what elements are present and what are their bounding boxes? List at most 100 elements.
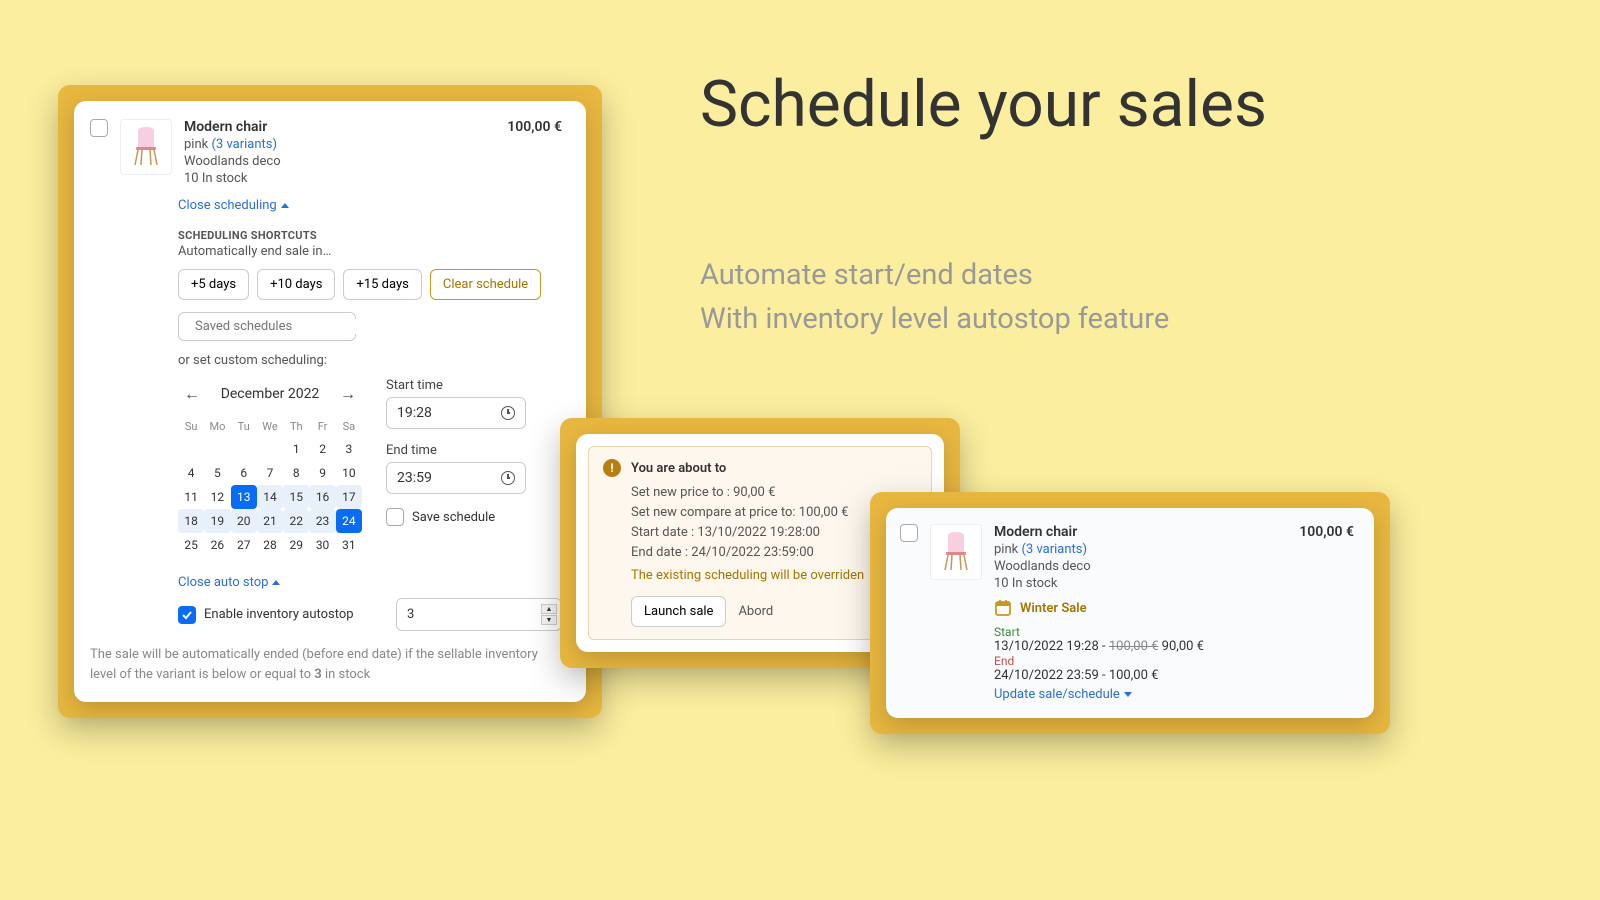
calendar: ← December 2022 → SuMoTuWeThFrSa12345678… — [178, 378, 362, 557]
hero-subtitle-2: With inventory level autostop feature — [700, 302, 1169, 336]
calendar-day[interactable]: 10 — [336, 461, 362, 485]
calendar-day[interactable]: 11 — [178, 485, 204, 509]
close-autostop-link[interactable]: Close auto stop — [178, 575, 280, 590]
calendar-dow: We — [257, 416, 283, 437]
product-select-checkbox[interactable] — [90, 119, 108, 137]
close-scheduling-link[interactable]: Close scheduling — [178, 198, 289, 213]
schedule-start-label: Start — [994, 625, 1287, 639]
product-thumbnail — [930, 524, 982, 580]
product-price: 100,00 € — [1299, 524, 1354, 540]
save-schedule-checkbox[interactable] — [386, 508, 404, 526]
caret-up-icon — [281, 203, 289, 208]
stepper-down-button[interactable]: ▼ — [541, 615, 557, 625]
calendar-dow: Tu — [231, 416, 257, 437]
variants-link[interactable]: (3 variants) — [211, 137, 277, 152]
calendar-day[interactable]: 28 — [257, 533, 283, 557]
scheduling-shortcuts-sub: Automatically end sale in… — [178, 244, 562, 259]
calendar-day[interactable]: 27 — [231, 533, 257, 557]
calendar-day[interactable]: 12 — [204, 485, 230, 509]
calendar-day[interactable]: 17 — [336, 485, 362, 509]
autostop-note: The sale will be automatically ended (be… — [90, 645, 562, 684]
product-price: 100,00 € — [507, 119, 562, 135]
custom-scheduling-label: or set custom scheduling: — [178, 353, 562, 368]
calendar-prev-button[interactable]: ← — [178, 382, 206, 406]
chair-icon — [940, 532, 972, 572]
calendar-day[interactable]: 23 — [309, 509, 335, 533]
calendar-dow: Th — [283, 416, 309, 437]
chair-icon — [130, 127, 162, 167]
calendar-day[interactable]: 30 — [309, 533, 335, 557]
enable-autostop-checkbox[interactable] — [178, 606, 196, 624]
launch-sale-button[interactable]: Launch sale — [631, 596, 726, 627]
scheduling-shortcuts-label: SCHEDULING SHORTCUTS — [178, 229, 562, 242]
calendar-day[interactable]: 15 — [283, 485, 309, 509]
calendar-day[interactable]: 7 — [257, 461, 283, 485]
schedule-start-value: 13/10/2022 19:28 - 100,00 € 90,00 € — [994, 639, 1287, 654]
calendar-icon — [994, 599, 1012, 617]
autostop-threshold-input[interactable]: 3 ▲ ▼ — [396, 598, 562, 631]
calendar-day[interactable]: 14 — [257, 485, 283, 509]
calendar-day[interactable]: 9 — [309, 461, 335, 485]
schedule-end-value: 24/10/2022 23:59 - 100,00 € — [994, 668, 1287, 683]
calendar-dow: Fr — [309, 416, 335, 437]
scheduling-panel-frame: Modern chair pink (3 variants) Woodlands… — [58, 85, 602, 718]
add-15-days-button[interactable]: +15 days — [343, 269, 421, 300]
quantity-stepper: ▲ ▼ — [541, 604, 557, 625]
calendar-day[interactable]: 4 — [178, 461, 204, 485]
product-variant-line: pink (3 variants) — [184, 137, 495, 152]
calendar-day[interactable]: 18 — [178, 509, 204, 533]
calendar-day[interactable]: 1 — [283, 437, 309, 461]
clock-icon — [501, 406, 515, 420]
calendar-day[interactable]: 22 — [283, 509, 309, 533]
caret-up-icon — [272, 580, 280, 585]
calendar-month-label: December 2022 — [221, 386, 320, 402]
calendar-day[interactable]: 16 — [309, 485, 335, 509]
clear-schedule-button[interactable]: Clear schedule — [430, 269, 541, 300]
calendar-day[interactable]: 29 — [283, 533, 309, 557]
calendar-day[interactable]: 13 — [231, 485, 257, 509]
hero-subtitle-1: Automate start/end dates — [700, 258, 1033, 292]
start-time-input[interactable]: 19:28 — [386, 397, 526, 429]
product-stock: 10 In stock — [184, 171, 495, 186]
saved-schedules-search[interactable] — [178, 312, 356, 341]
calendar-day[interactable]: 5 — [204, 461, 230, 485]
product-stock: 10 In stock — [994, 576, 1287, 591]
stepper-up-button[interactable]: ▲ — [541, 604, 557, 614]
checkmark-icon — [181, 609, 193, 621]
variants-link[interactable]: (3 variants) — [1021, 542, 1087, 557]
calendar-day[interactable]: 19 — [204, 509, 230, 533]
product-title: Modern chair — [994, 524, 1287, 540]
calendar-day[interactable]: 8 — [283, 461, 309, 485]
end-time-label: End time — [386, 443, 562, 458]
add-5-days-button[interactable]: +5 days — [178, 269, 249, 300]
schedule-end-label: End — [994, 654, 1287, 668]
calendar-day[interactable]: 26 — [204, 533, 230, 557]
product-brand: Woodlands deco — [184, 154, 495, 169]
product-title: Modern chair — [184, 119, 495, 135]
calendar-day[interactable]: 20 — [231, 509, 257, 533]
warning-icon: ! — [603, 459, 621, 477]
start-time-label: Start time — [386, 378, 562, 393]
save-schedule-label: Save schedule — [412, 510, 495, 525]
calendar-day[interactable]: 21 — [257, 509, 283, 533]
sale-name: Winter Sale — [1020, 601, 1087, 616]
abort-button[interactable]: Abord — [738, 604, 773, 619]
calendar-day[interactable]: 6 — [231, 461, 257, 485]
calendar-day[interactable]: 31 — [336, 533, 362, 557]
confirmation-title: You are about to — [631, 461, 726, 476]
saved-schedules-input[interactable] — [195, 319, 361, 334]
calendar-day[interactable]: 3 — [336, 437, 362, 461]
product-variant-line: pink (3 variants) — [994, 542, 1287, 557]
product-thumbnail — [120, 119, 172, 175]
caret-down-icon — [1124, 692, 1132, 697]
update-schedule-link[interactable]: Update sale/schedule — [994, 687, 1132, 702]
add-10-days-button[interactable]: +10 days — [257, 269, 335, 300]
calendar-day[interactable]: 2 — [309, 437, 335, 461]
calendar-day[interactable]: 25 — [178, 533, 204, 557]
calendar-day[interactable]: 24 — [336, 509, 362, 533]
calendar-dow: Su — [178, 416, 204, 437]
calendar-next-button[interactable]: → — [334, 382, 362, 406]
end-time-input[interactable]: 23:59 — [386, 462, 526, 494]
product-select-checkbox[interactable] — [900, 524, 918, 542]
calendar-dow: Sa — [336, 416, 362, 437]
